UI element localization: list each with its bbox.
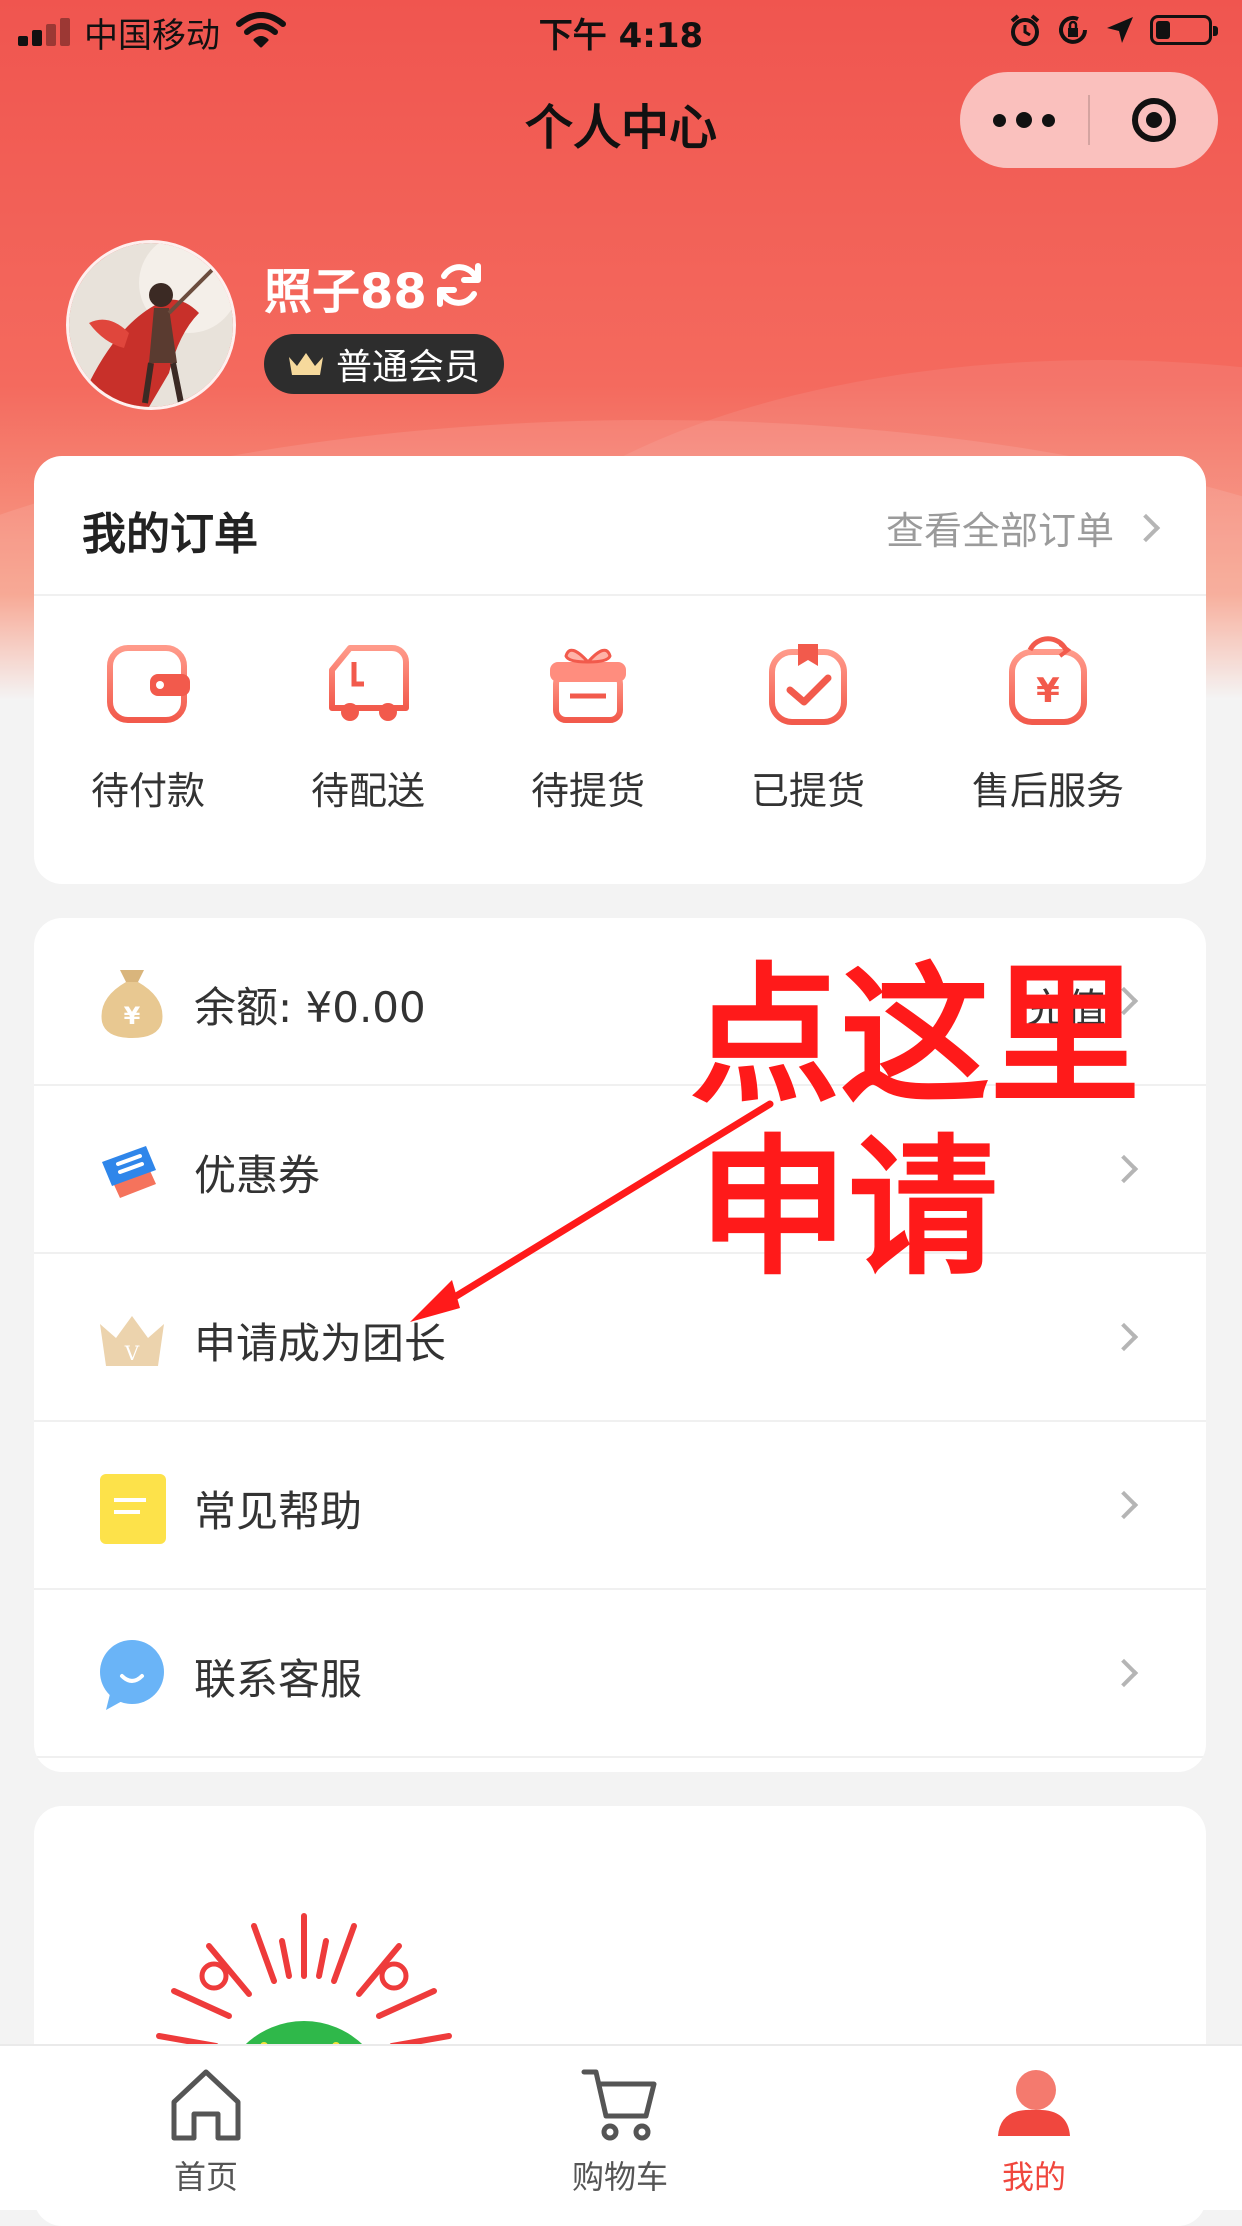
wallet-icon (107, 645, 190, 723)
order-status-label: 售后服务 (971, 769, 1124, 813)
orders-card: 我的订单 查看全部订单 待付款 待配送 待提货 已提货 ¥ 售后服务 (34, 456, 1206, 884)
after-sales-yen-icon: ¥ (1009, 636, 1087, 725)
tab-cart-label: 购物车 (571, 2158, 668, 2196)
order-status-label: 已提货 (750, 769, 865, 813)
svg-text:V: V (124, 1341, 140, 1365)
help-label: 常见帮助 (194, 1487, 363, 1536)
chevron-right-icon (1109, 1490, 1139, 1520)
cart-icon (581, 2069, 657, 2141)
order-status-label: 待付款 (90, 769, 205, 813)
refresh-icon[interactable] (432, 258, 486, 312)
chevron-right-icon (1109, 1322, 1139, 1352)
close-mini-program-button[interactable] (1090, 72, 1218, 168)
more-dot-icon (993, 113, 1006, 127)
tab-mine-label: 我的 (1001, 2158, 1066, 2196)
alarm-icon (1010, 14, 1040, 46)
order-status-label: 待提货 (530, 769, 645, 813)
username: 照子88 (264, 264, 427, 320)
view-all-orders-label: 查看全部订单 (885, 509, 1114, 553)
tab-home[interactable]: 首页 (106, 2064, 306, 2198)
delivery-truck-icon (329, 645, 409, 721)
order-status-picked-up[interactable]: 已提货 (708, 636, 908, 815)
status-bar: 中国移动 下午 4:18 (0, 0, 1242, 60)
customer-service-label: 联系客服 (194, 1655, 363, 1704)
user-icon (998, 2070, 1070, 2136)
order-status-pending-pickup[interactable]: 待提货 (488, 636, 688, 815)
customer-service-bubble-icon (100, 1640, 164, 1710)
annotation-text-line2: 申请 (698, 1122, 999, 1296)
tab-cart[interactable]: 购物车 (520, 2064, 720, 2198)
avatar[interactable] (66, 240, 236, 410)
chevron-right-icon (1109, 1658, 1139, 1688)
coupons-label: 优惠券 (194, 1151, 321, 1200)
coupon-icon (102, 1146, 156, 1198)
location-arrow-icon (1107, 17, 1133, 43)
mini-program-capsule (960, 72, 1218, 168)
chevron-right-icon (1131, 513, 1161, 542)
menu-item-help[interactable]: 常见帮助 (34, 1422, 1206, 1590)
balance-label: 余额: ¥0.00 (194, 983, 426, 1032)
rotation-lock-icon (1059, 15, 1087, 44)
more-options-button[interactable] (960, 72, 1088, 168)
annotation-text-line1: 点这里 (690, 950, 1141, 1124)
member-badge: 普通会员 (264, 334, 505, 394)
svg-text:¥: ¥ (1036, 671, 1060, 711)
order-status-pending-delivery[interactable]: 待配送 (268, 636, 468, 815)
crown-icon (289, 353, 323, 375)
chevron-right-icon (1109, 1154, 1139, 1184)
picked-up-check-icon (769, 644, 847, 725)
tab-mine[interactable]: 我的 (934, 2064, 1134, 2198)
svg-text:¥: ¥ (124, 1002, 141, 1030)
view-all-orders-link[interactable]: 查看全部订单 (885, 500, 1161, 555)
crown-icon: V (100, 1316, 164, 1366)
money-bag-icon: ¥ (101, 970, 163, 1038)
help-note-icon (100, 1474, 166, 1544)
orders-header: 我的订单 查看全部订单 (34, 456, 1206, 596)
home-icon (171, 2069, 241, 2141)
order-status-after-sales[interactable]: ¥ 售后服务 (948, 636, 1148, 815)
order-status-label: 待配送 (310, 769, 425, 813)
apply-group-leader-label: 申请成为团长 (194, 1319, 447, 1368)
member-level: 普通会员 (336, 347, 481, 388)
tab-home-label: 首页 (173, 2158, 238, 2196)
orders-title: 我的订单 (82, 509, 258, 560)
target-close-icon (1132, 98, 1176, 142)
menu-item-apply-group-leader[interactable]: V 申请成为团长 (34, 1254, 1206, 1422)
battery-icon (1150, 15, 1218, 45)
bottom-tab-bar: 首页 购物车 我的 (0, 2044, 1242, 2210)
gift-box-icon (550, 648, 626, 723)
menu-item-customer-service[interactable]: 联系客服 (34, 1590, 1206, 1758)
order-status-pending-payment[interactable]: 待付款 (48, 636, 248, 815)
